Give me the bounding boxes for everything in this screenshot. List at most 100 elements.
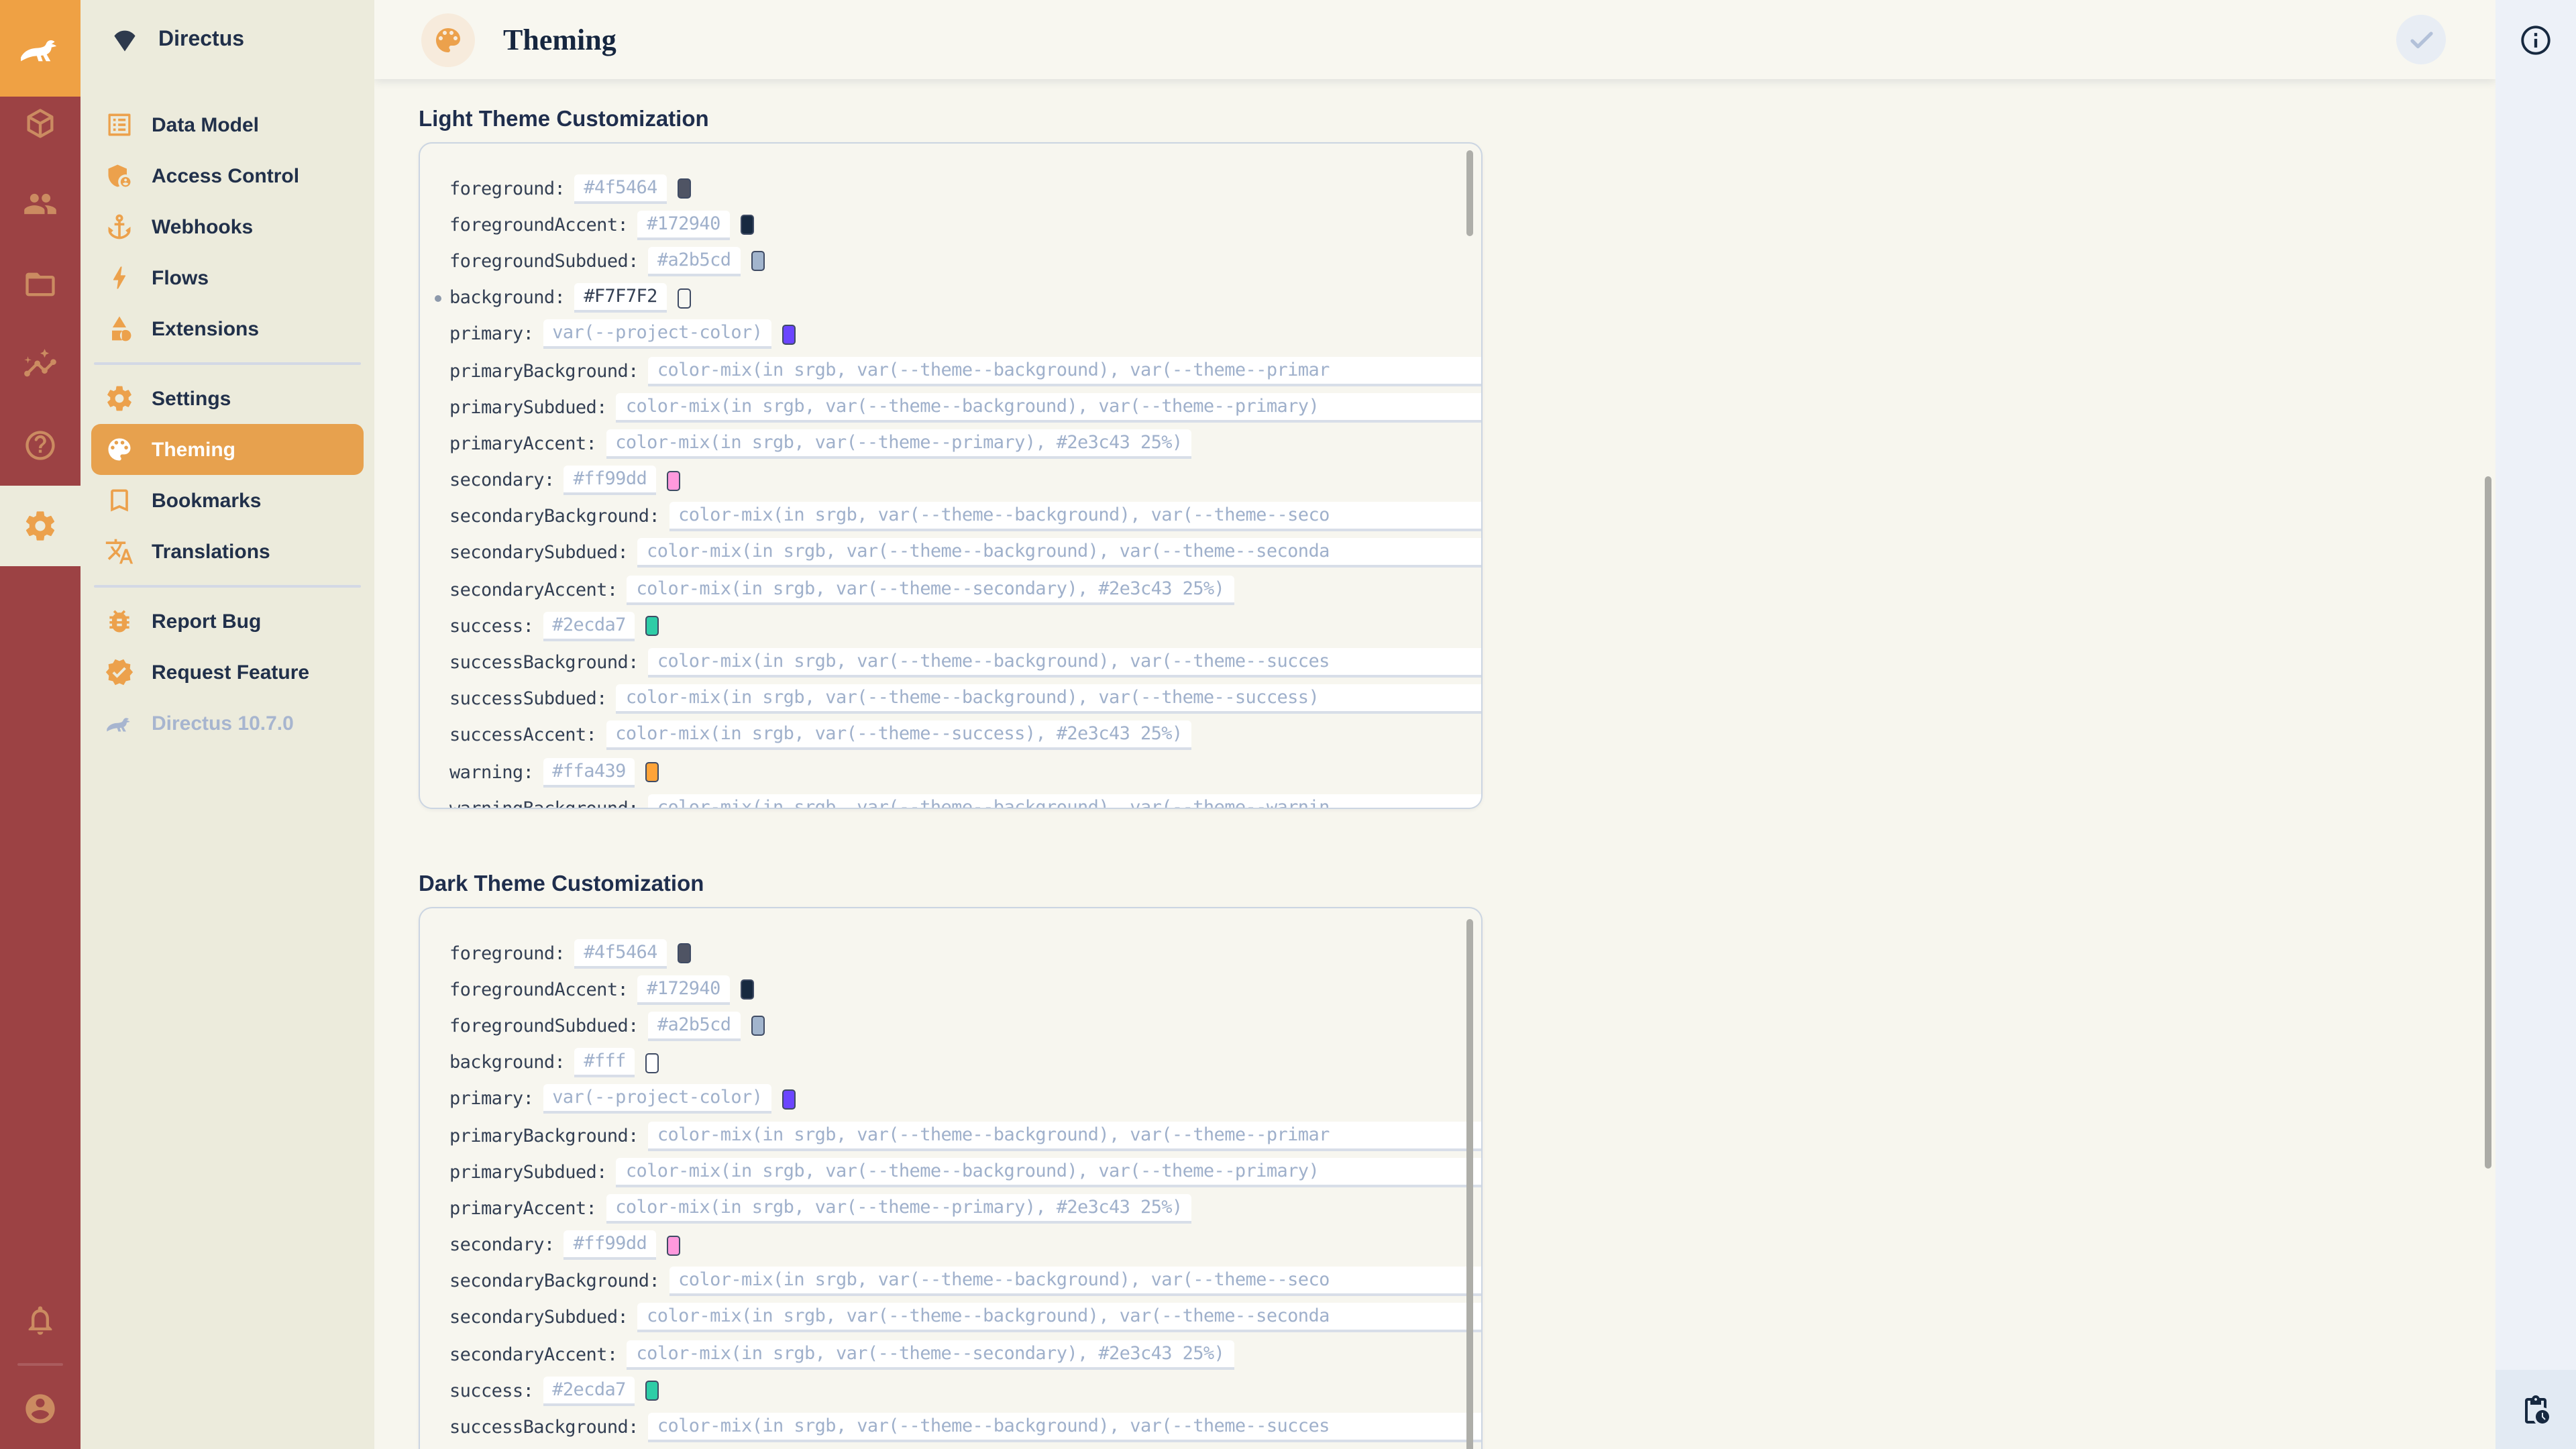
sidebar-item-access-control[interactable]: Access Control [91, 150, 364, 201]
color-swatch[interactable] [678, 178, 691, 199]
color-swatch[interactable] [741, 215, 754, 235]
module-bar-bottom [0, 1280, 80, 1449]
rule-value-input[interactable]: color-mix(in srgb, var(--theme--primary)… [606, 1194, 1191, 1224]
box-icon [23, 106, 58, 141]
save-button[interactable] [2396, 15, 2446, 64]
rule-value-input[interactable]: color-mix(in srgb, var(--theme--backgrou… [648, 1413, 1481, 1442]
rule-value-input[interactable]: #ffa439 [543, 757, 635, 787]
project-wedge-icon [110, 25, 140, 55]
rule-value-input[interactable]: #2ecda7 [543, 1377, 635, 1406]
sidebar-item-flows[interactable]: Flows [91, 252, 364, 303]
version-info[interactable]: Directus 10.7.0 [91, 698, 364, 749]
section-title-light: Light Theme Customization [419, 107, 709, 133]
settings-icon [23, 508, 58, 543]
module-people[interactable] [0, 164, 80, 244]
rule-value-input[interactable]: color-mix(in srgb, var(--theme--backgrou… [648, 1121, 1481, 1150]
rule-key: foregroundSubdued: [449, 1016, 639, 1037]
rule-value-input[interactable]: #F7F7F2 [574, 283, 667, 313]
rule-value-input[interactable]: color-mix(in srgb, var(--theme--backgrou… [669, 1267, 1481, 1297]
section-title-dark: Dark Theme Customization [419, 872, 704, 898]
rule-value-input[interactable]: color-mix(in srgb, var(--theme--backgrou… [616, 392, 1481, 422]
rule-value-input[interactable]: color-mix(in srgb, var(--theme--success)… [606, 721, 1191, 751]
rule-value-input[interactable]: #172940 [637, 975, 730, 1005]
project-header[interactable]: Directus [80, 0, 374, 80]
sidebar-item-request-feature[interactable]: Request Feature [91, 647, 364, 698]
check-icon [2405, 23, 2437, 56]
rule-value-input[interactable]: #ff99dd [564, 1230, 657, 1260]
rule-value-input[interactable]: color-mix(in srgb, var(--theme--backgrou… [648, 648, 1481, 678]
notifications-button[interactable] [0, 1280, 80, 1360]
rule-value-input[interactable]: color-mix(in srgb, var(--theme--backgrou… [637, 539, 1481, 568]
theme-rule-row: secondaryBackground:color-mix(in srgb, v… [420, 498, 1481, 535]
rule-key: secondaryAccent: [449, 1344, 618, 1365]
rule-key: foregroundAccent: [449, 979, 628, 1001]
rule-value-input[interactable]: color-mix(in srgb, var(--theme--backgrou… [648, 794, 1481, 809]
module-insights[interactable] [0, 325, 80, 405]
dark-theme-panel: foreground:#4f5464foregroundAccent:#1729… [419, 907, 1483, 1449]
rule-value-input[interactable]: #ff99dd [564, 466, 657, 495]
settings-icon [105, 384, 134, 413]
color-swatch[interactable] [741, 980, 754, 1000]
rule-value-input[interactable]: #a2b5cd [648, 1012, 741, 1041]
rule-value-input[interactable]: var(--project-color) [543, 320, 771, 350]
sidebar-item-theming[interactable]: Theming [91, 424, 364, 475]
sidebar-item-data-model[interactable]: Data Model [91, 99, 364, 150]
color-swatch[interactable] [646, 1053, 659, 1073]
rule-value-input[interactable]: color-mix(in srgb, var(--theme--backgrou… [648, 356, 1481, 386]
sidebar-item-report-bug[interactable]: Report Bug [91, 596, 364, 647]
dark-panel-scrollbar[interactable] [1466, 919, 1473, 1449]
sidebar-item-webhooks[interactable]: Webhooks [91, 201, 364, 252]
bell-icon [23, 1303, 58, 1338]
module-help[interactable] [0, 405, 80, 486]
rule-value-input[interactable]: #a2b5cd [648, 247, 741, 276]
sidebar-item-settings[interactable]: Settings [91, 373, 364, 424]
color-swatch[interactable] [646, 616, 659, 637]
bolt-icon [105, 263, 134, 292]
rule-value-input[interactable]: color-mix(in srgb, var(--theme--secondar… [627, 1340, 1234, 1369]
rule-value-input[interactable]: color-mix(in srgb, var(--theme--backgrou… [616, 684, 1481, 714]
rule-value-input[interactable]: #172940 [637, 211, 730, 240]
sidebar-item-bookmarks[interactable]: Bookmarks [91, 475, 364, 526]
rule-value-input[interactable]: var(--project-color) [543, 1085, 771, 1114]
sidebar-item-extensions[interactable]: Extensions [91, 303, 364, 354]
rule-value-input[interactable]: #4f5464 [574, 174, 667, 203]
account-circle-icon [23, 1391, 58, 1426]
color-swatch[interactable] [678, 288, 691, 308]
theme-rule-row: foregroundAccent: #172940 [420, 971, 1481, 1008]
color-swatch[interactable] [646, 1381, 659, 1401]
rule-value-input[interactable]: color-mix(in srgb, var(--theme--backgrou… [669, 502, 1481, 532]
module-box[interactable] [0, 83, 80, 164]
module-bar-divider [17, 1363, 63, 1366]
rule-value-input[interactable]: #fff [574, 1048, 635, 1077]
sidebar-item-translations[interactable]: Translations [91, 526, 364, 577]
rule-key: secondaryBackground: [449, 1271, 659, 1293]
rule-value-input[interactable]: #2ecda7 [543, 612, 635, 641]
light-panel-scrollbar[interactable] [1466, 150, 1473, 236]
color-swatch[interactable] [751, 252, 764, 272]
info-sidebar-button[interactable] [2496, 0, 2576, 80]
color-swatch[interactable] [782, 325, 796, 345]
color-swatch[interactable] [678, 943, 691, 963]
rule-value-input[interactable]: color-mix(in srgb, var(--theme--backgrou… [616, 1157, 1481, 1187]
theme-rule-row: secondaryAccent:color-mix(in srgb, var(-… [420, 572, 1481, 608]
color-swatch[interactable] [782, 1089, 796, 1110]
revisions-sidebar-button[interactable] [2496, 1370, 2576, 1449]
directus-logo[interactable] [0, 0, 80, 97]
rule-value-input[interactable]: color-mix(in srgb, var(--theme--backgrou… [637, 1303, 1481, 1333]
color-swatch[interactable] [646, 762, 659, 782]
rule-value-input[interactable]: color-mix(in srgb, var(--theme--secondar… [627, 575, 1234, 604]
color-swatch[interactable] [667, 1235, 680, 1255]
color-swatch[interactable] [751, 1016, 764, 1036]
rule-value-input[interactable]: #4f5464 [574, 938, 667, 968]
color-swatch[interactable] [667, 470, 680, 490]
module-folder[interactable] [0, 244, 80, 325]
module-settings-active[interactable] [0, 486, 80, 566]
sidebar-item-label: Access Control [152, 164, 299, 187]
main-scrollbar[interactable] [2485, 476, 2491, 1169]
rule-value-input[interactable]: color-mix(in srgb, var(--theme--primary)… [606, 429, 1191, 459]
anchor-icon [105, 212, 134, 241]
user-menu-button[interactable] [0, 1368, 80, 1449]
theme-rule-row: background:#fff [420, 1044, 1481, 1081]
rabbit-icon [105, 708, 134, 738]
bookmark-icon [105, 486, 134, 515]
